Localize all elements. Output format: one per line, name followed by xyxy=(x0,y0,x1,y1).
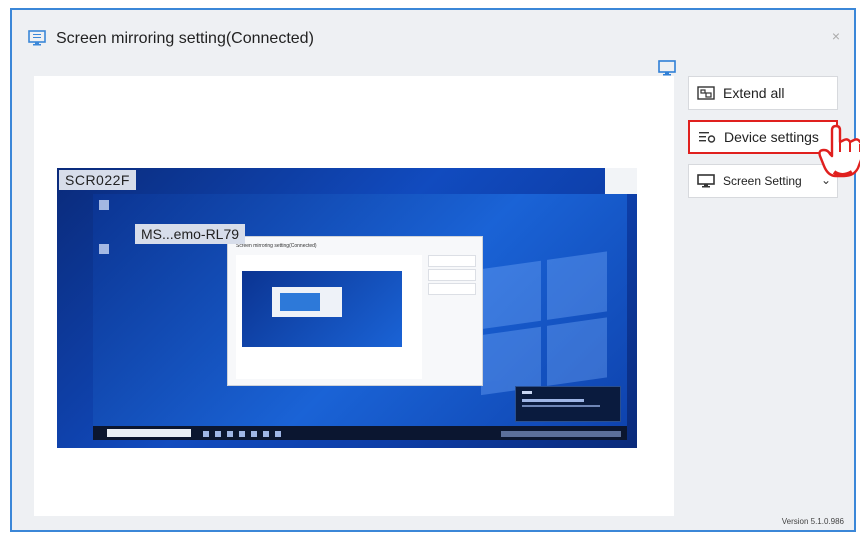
system-tray xyxy=(501,431,621,437)
taskbar-icon xyxy=(251,431,257,437)
window-title: Screen mirroring setting(Connected) xyxy=(56,30,314,47)
notification-toast xyxy=(515,386,621,422)
taskbar-icon xyxy=(239,431,245,437)
remote-device-label: MS...emo-RL79 xyxy=(135,224,246,244)
extend-all-label: Extend all xyxy=(723,85,785,101)
taskbar-icon xyxy=(263,431,269,437)
taskbar-icon xyxy=(227,431,233,437)
nested-extend-button xyxy=(428,255,476,267)
remote-desktop-preview[interactable]: Screen mirroring setting(Connected) MS..… xyxy=(57,168,637,448)
monitor-icon[interactable] xyxy=(658,60,676,76)
nested-screenshot: Screen mirroring setting(Connected) xyxy=(227,236,483,386)
desktop-icon xyxy=(99,244,109,254)
extend-all-icon xyxy=(697,86,715,100)
taskbar-icon xyxy=(203,431,209,437)
screen-mirror-icon xyxy=(28,30,46,46)
nested-screen-button xyxy=(428,283,476,295)
taskbar-search xyxy=(107,429,191,437)
taskbar-icon xyxy=(275,431,281,437)
extend-all-button[interactable]: Extend all xyxy=(688,76,838,110)
screen-setting-icon xyxy=(697,174,715,188)
device-settings-label: Device settings xyxy=(724,129,819,145)
nested-remote-dialog-fill xyxy=(280,293,320,311)
taskbar-icon xyxy=(215,431,221,437)
nested-title: Screen mirroring setting(Connected) xyxy=(236,243,317,249)
nested-device-button xyxy=(428,269,476,281)
taskbar xyxy=(93,426,627,440)
preview-corner xyxy=(605,168,637,194)
screen-setting-label: Screen Setting xyxy=(723,174,802,188)
version-label: Version 5.1.0.986 xyxy=(781,517,844,526)
device-settings-icon xyxy=(699,132,716,143)
windows-logo xyxy=(481,251,611,399)
device-label: SCR022F xyxy=(59,170,136,190)
desktop-icon xyxy=(99,200,109,210)
remote-inner-screen: Screen mirroring setting(Connected) MS..… xyxy=(93,194,627,440)
close-icon[interactable]: × xyxy=(832,28,840,44)
hand-pointer-icon xyxy=(818,124,860,178)
